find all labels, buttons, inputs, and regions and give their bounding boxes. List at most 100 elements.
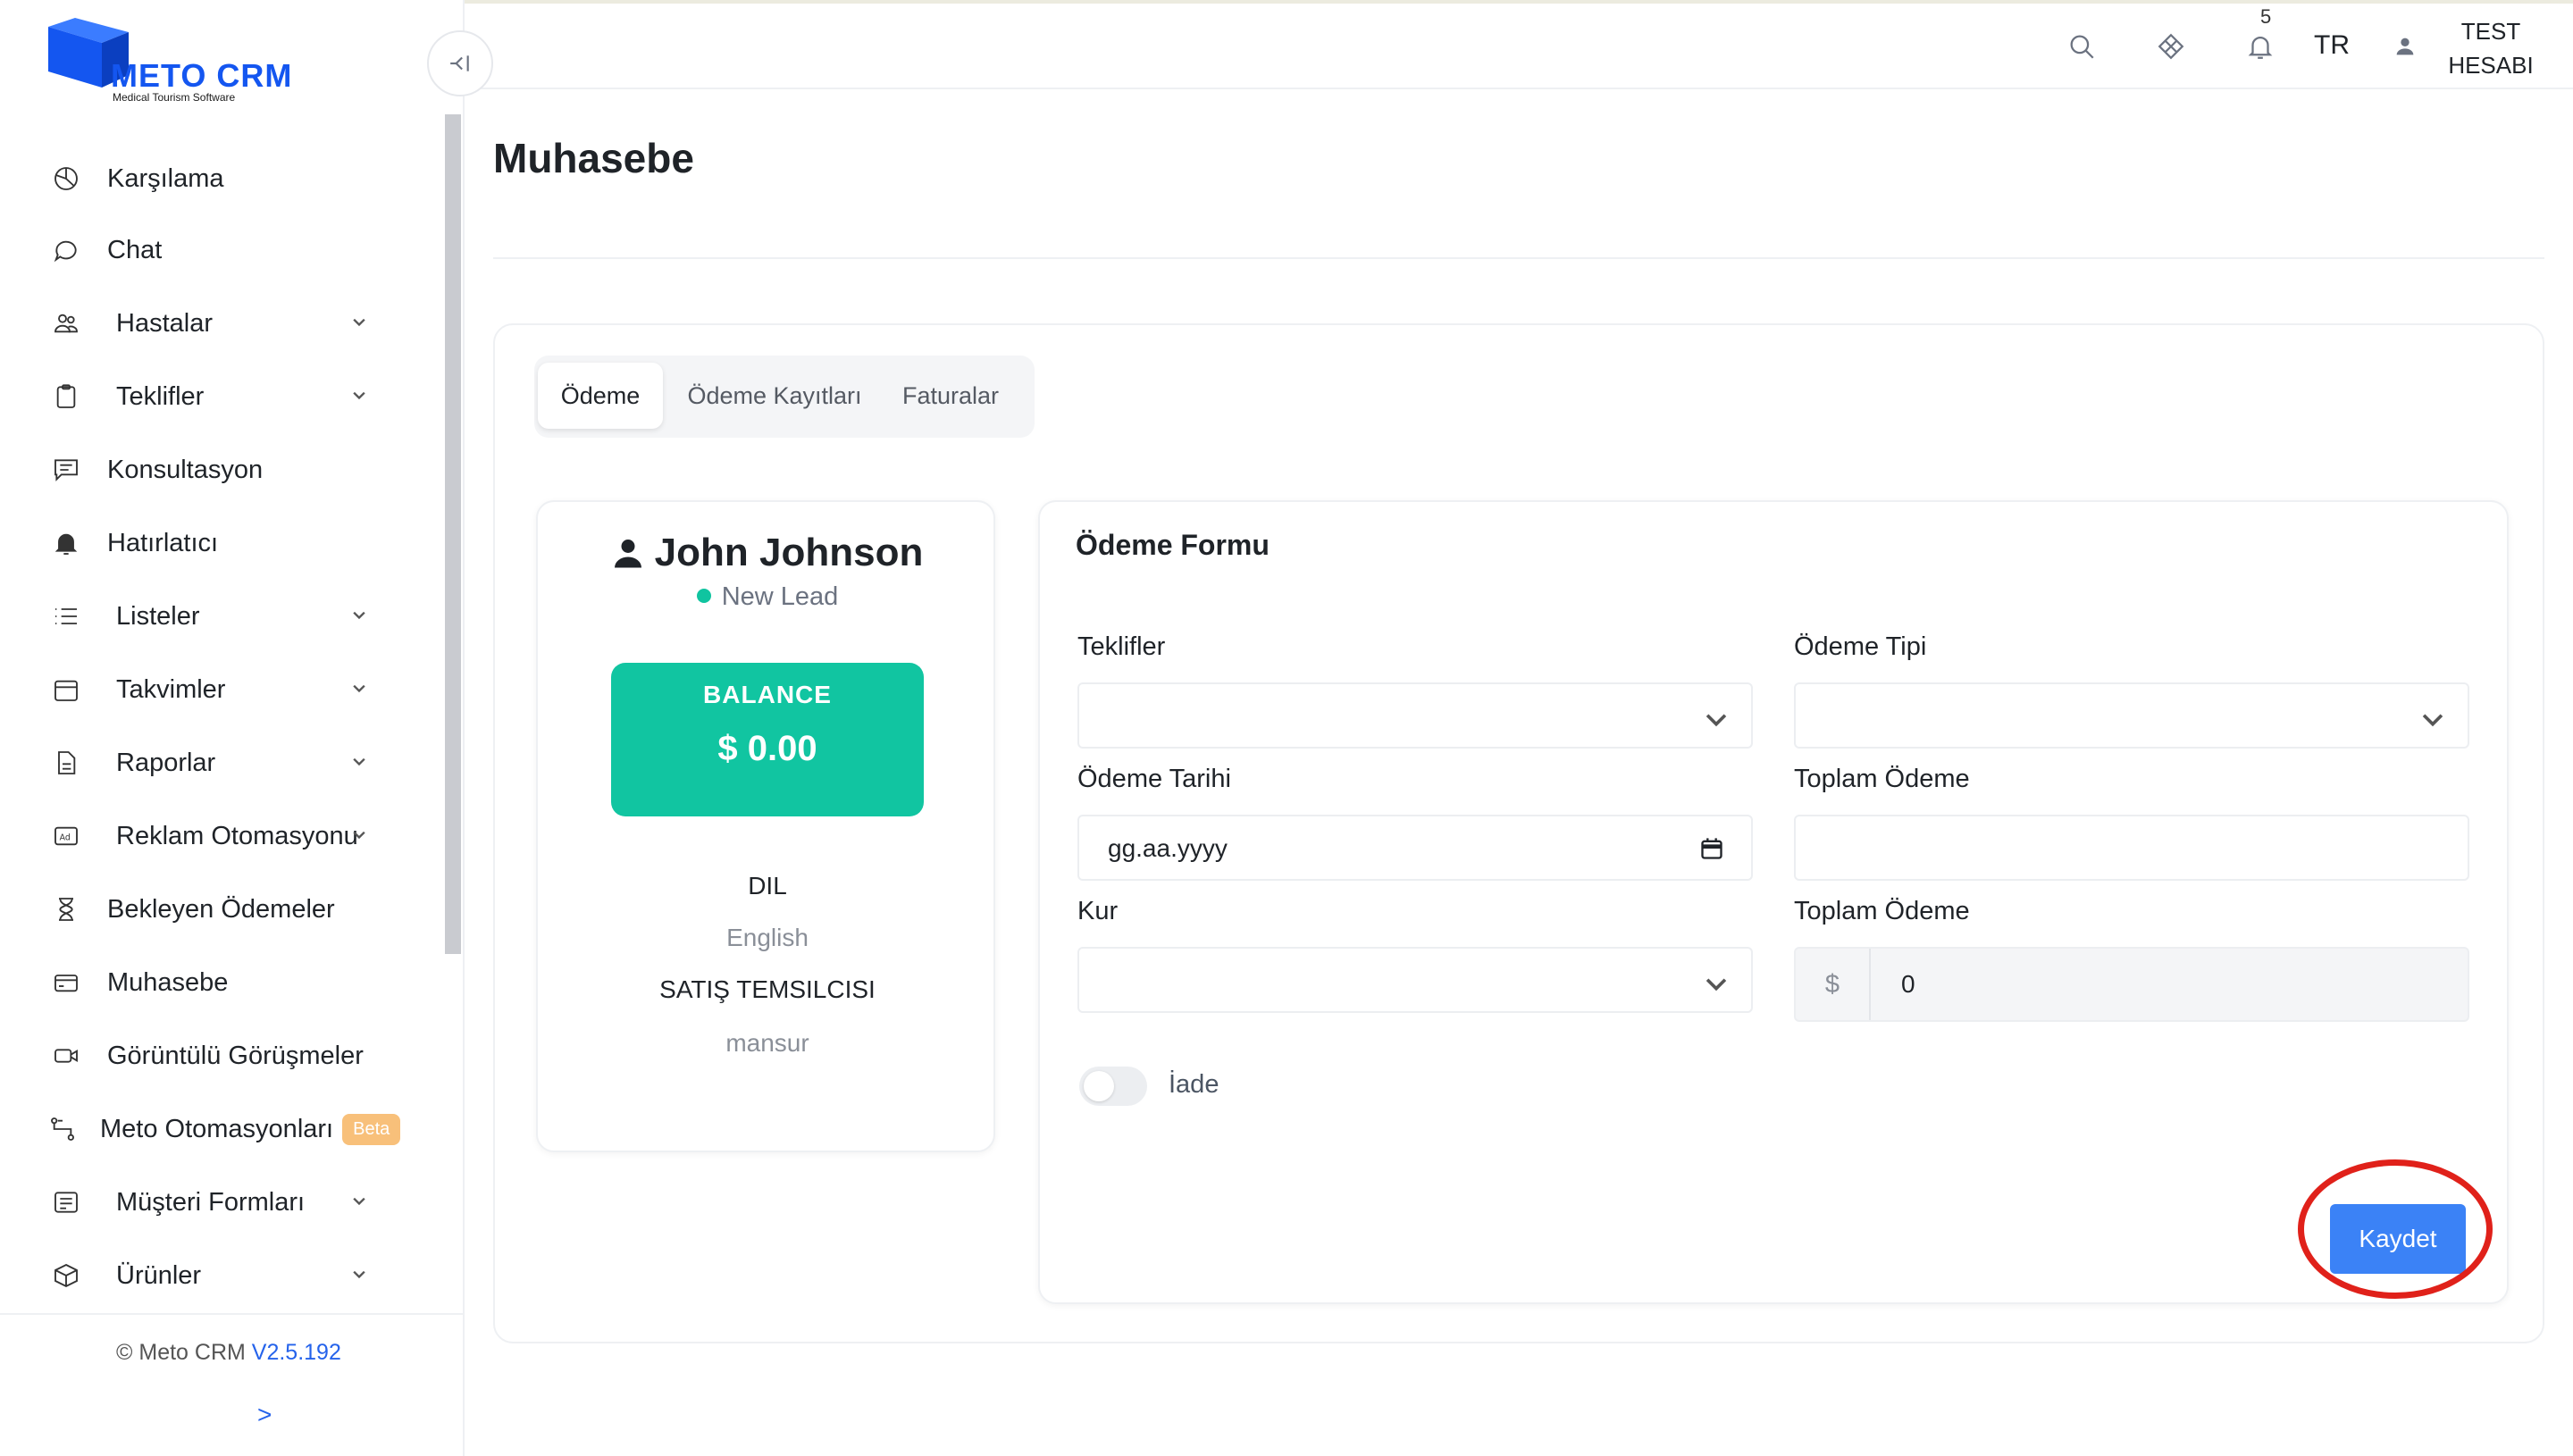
payment-form-card: Ödeme Formu Teklifler Ödeme Tipi Ödeme T… — [1038, 500, 2509, 1304]
collapse-left-icon — [450, 55, 469, 71]
odeme-tarihi-label: Ödeme Tarihi — [1077, 765, 1231, 793]
search-button[interactable] — [2064, 29, 2099, 64]
sidebar-item-muhasebe[interactable]: Muhasebe — [48, 956, 397, 1009]
message-square-icon — [48, 452, 84, 488]
user-icon — [2396, 38, 2414, 55]
brand-subtitle: Medical Tourism Software — [113, 91, 236, 104]
sidebar-item-müşteri-formları[interactable]: Müşteri Formları — [48, 1176, 397, 1229]
form-icon — [48, 1184, 84, 1220]
tab-bar: Ödeme Ödeme Kayıtları Faturalar — [534, 356, 1035, 438]
user-menu[interactable]: TEST HESABI — [2393, 14, 2553, 79]
kur-label: Kur — [1077, 897, 1119, 925]
toggle-knob — [1084, 1071, 1114, 1101]
dashboard-icon — [48, 161, 84, 197]
calendar-icon[interactable] — [1699, 836, 1724, 861]
patient-name-text: John Johnson — [654, 531, 924, 574]
iade-toggle[interactable] — [1079, 1067, 1147, 1106]
video-icon — [48, 1038, 84, 1074]
chevron-down-icon — [353, 831, 365, 840]
teklifler-select[interactable] — [1077, 682, 1753, 749]
sidebar-item-label: Teklifler — [116, 381, 205, 411]
sidebar-item-reklam-otomasyonu[interactable]: Ad Reklam Otomasyonu — [48, 809, 397, 863]
toplam-odeme-label: Toplam Ödeme — [1794, 765, 1970, 793]
chevron-down-icon — [2422, 714, 2443, 727]
status-text: New Lead — [721, 582, 839, 611]
sidebar-item-label: Müşteri Formları — [116, 1187, 306, 1217]
chevron-down-icon — [353, 1197, 365, 1206]
credit-card-icon — [48, 965, 84, 1000]
version-link[interactable]: V2.5.192 — [252, 1340, 341, 1365]
balance-box: BALANCE $ 0.00 — [611, 663, 924, 816]
sidebar-item-ürünler[interactable]: Ürünler — [48, 1249, 397, 1302]
sidebar-item-takvimler[interactable]: Takvimler — [48, 663, 397, 716]
accounting-card: Ödeme Ödeme Kayıtları Faturalar John Joh… — [493, 323, 2544, 1343]
kur-select[interactable] — [1077, 947, 1753, 1013]
sidebar-item-label: Listeler — [116, 601, 200, 631]
diamond-grid-icon — [2158, 33, 2184, 60]
sidebar-item-teklifler[interactable]: Teklifler — [48, 370, 397, 423]
copyright-text: © Meto CRM — [116, 1340, 246, 1365]
sidebar-item-label: Görüntülü Görüşmeler — [107, 1041, 364, 1070]
sidebar-item-bekleyen-ödemeler[interactable]: Bekleyen Ödemeler — [48, 883, 397, 936]
sidebar-item-label: Reklam Otomasyonu — [116, 821, 358, 850]
toplam-odeme-2-value: 0 — [1901, 970, 1915, 998]
toplam-odeme-input[interactable] — [1794, 815, 2469, 881]
notifications-button[interactable] — [2242, 29, 2278, 64]
chevron-down-icon — [353, 757, 365, 766]
sales-rep-value: mansur — [725, 1029, 809, 1057]
sidebar-item-hastalar[interactable]: Hastalar — [48, 297, 397, 350]
sidebar-item-chat[interactable]: Chat — [48, 223, 397, 277]
tab-odeme-kayitlari[interactable]: Ödeme Kayıtları — [674, 363, 876, 429]
tab-faturalar[interactable]: Faturalar — [884, 363, 1017, 429]
beta-badge: Beta — [342, 1113, 401, 1145]
list-icon — [48, 598, 84, 634]
balance-value: $ 0.00 — [717, 729, 817, 768]
patient-profile-card: John Johnson New Lead BALANCE $ 0.00 DIL… — [536, 500, 995, 1152]
chevron-down-icon — [353, 684, 365, 693]
sidebar-item-label: Meto Otomasyonları — [100, 1114, 334, 1143]
toplam-odeme-2-input[interactable]: $ 0 — [1794, 947, 2469, 1022]
sidebar: METO CRM Medical Tourism Software Karşıl… — [0, 0, 465, 1456]
page-title: Muhasebe — [493, 135, 694, 181]
expand-sidebar-button[interactable]: > — [257, 1401, 272, 1429]
sales-rep-label: SATIŞ TEMSILCISI — [659, 975, 876, 1003]
chevron-down-icon — [353, 1270, 365, 1279]
sidebar-item-görüntülü-görüşmeler[interactable]: Görüntülü Görüşmeler — [48, 1029, 397, 1083]
currency-prefix: $ — [1796, 949, 1871, 1020]
collapse-sidebar-button[interactable] — [427, 30, 493, 96]
toplam-odeme-2-label: Toplam Ödeme — [1794, 897, 1970, 925]
hourglass-icon — [48, 891, 84, 927]
sidebar-item-meto-otomasyonları[interactable]: Meto Otomasyonları Beta — [48, 1102, 401, 1156]
copyright: © Meto CRM V2.5.192 — [116, 1340, 341, 1366]
sidebar-item-konsultasyon[interactable]: Konsultasyon — [48, 443, 397, 497]
apps-button[interactable] — [2153, 29, 2189, 64]
teklifler-label: Teklifler — [1077, 632, 1166, 661]
sidebar-item-label: Ürünler — [116, 1260, 202, 1290]
sidebar-item-karşılama[interactable]: Karşılama — [48, 152, 397, 205]
sidebar-scrollbar[interactable] — [445, 114, 461, 954]
balance-label: BALANCE — [703, 681, 832, 708]
top-header: 5 TR TEST HESABI — [465, 4, 2573, 89]
chevron-down-icon — [353, 318, 365, 327]
logo[interactable]: METO CRM Medical Tourism Software — [48, 18, 316, 107]
language-value: English — [726, 924, 809, 951]
tab-odeme[interactable]: Ödeme — [538, 363, 663, 429]
sidebar-item-label: Takvimler — [116, 674, 226, 704]
chevron-down-icon — [1706, 714, 1727, 727]
odeme-tipi-label: Ödeme Tipi — [1794, 632, 1927, 661]
chevron-down-icon — [353, 391, 365, 400]
document-icon — [48, 745, 84, 781]
chevron-down-icon — [353, 611, 365, 620]
sidebar-item-hatırlatıcı[interactable]: Hatırlatıcı — [48, 516, 397, 570]
sidebar-item-raporlar[interactable]: Raporlar — [48, 736, 397, 790]
flow-icon — [48, 1111, 77, 1147]
sidebar-item-label: Karşılama — [107, 163, 224, 193]
odeme-tipi-select[interactable] — [1794, 682, 2469, 749]
sidebar-item-listeler[interactable]: Listeler — [48, 590, 397, 643]
language-selector[interactable]: TR — [2314, 30, 2350, 61]
odeme-tarihi-input[interactable]: gg.aa.yyyy — [1077, 815, 1753, 881]
save-button[interactable]: Kaydet — [2330, 1204, 2466, 1274]
sidebar-item-label: Konsultasyon — [107, 455, 264, 484]
calendar-icon — [48, 672, 84, 707]
chat-bubble-icon — [48, 232, 84, 268]
